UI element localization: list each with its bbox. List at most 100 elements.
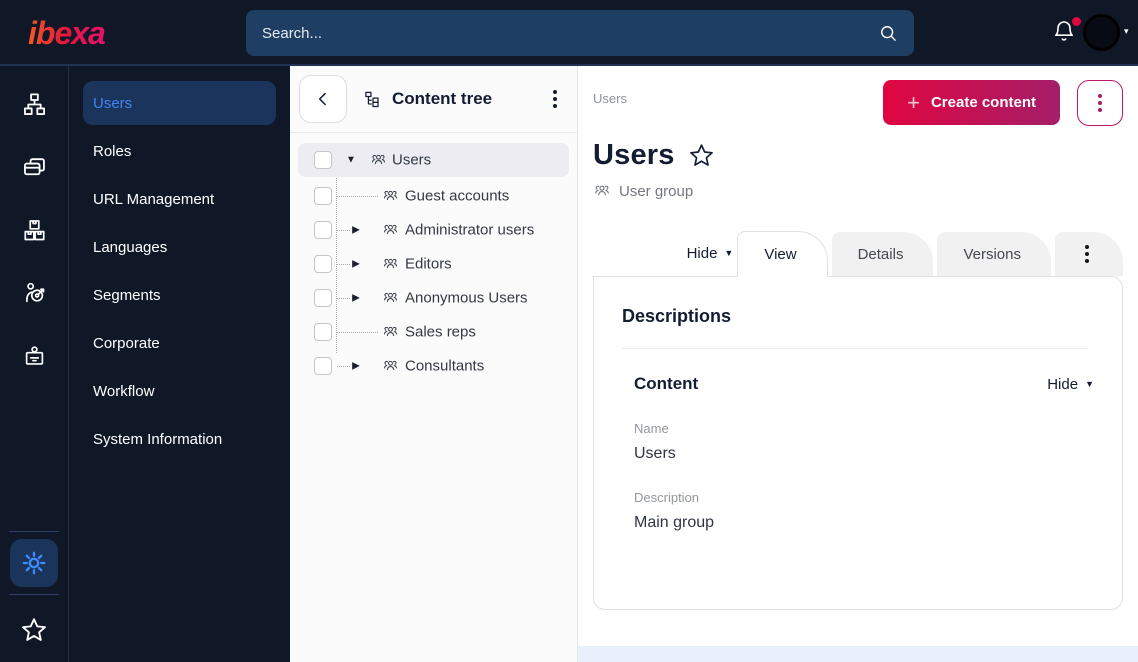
content-structure-icon[interactable] [10,80,58,128]
sidebar-item-label: Workflow [93,382,155,400]
expand-toggle-icon[interactable]: ▶ [350,361,362,372]
bookmarks-star-icon[interactable] [10,606,58,654]
tree-row-checkbox[interactable] [314,289,332,307]
tree-row-checkbox[interactable] [314,357,332,375]
hide-tabs-toggle[interactable]: Hide ▼ [687,245,734,262]
products-icon[interactable] [10,206,58,254]
tree-row[interactable]: ▶ Anonymous Users [290,281,577,315]
user-group-icon [593,182,611,200]
sidebar-item[interactable]: URL Management [83,177,276,221]
content-tree-icon [363,89,383,109]
sidebar-item[interactable]: Workflow [83,369,276,413]
pages-icon[interactable] [10,143,58,191]
descriptions-heading: Descriptions [622,306,732,326]
notification-dot [1072,17,1081,26]
content-tree-panel: Content tree ▼ Users Guest accounts ▶ Ad… [290,66,578,662]
tree-row[interactable]: Sales reps [290,315,577,349]
chevron-down-icon: ▼ [724,248,734,258]
tree-row-label[interactable]: Sales reps [405,324,476,341]
field-value: Main group [634,514,715,531]
tree-row-checkbox[interactable] [314,151,332,169]
view-tab-card: Descriptions Content Hide ▼ Name Users D… [593,276,1123,610]
sidebar-item[interactable]: Languages [83,225,276,269]
search-input[interactable] [262,24,878,42]
tree-row[interactable]: ▶ Consultants [290,349,577,383]
divider [9,531,59,532]
ibexa-logo[interactable]: ibexa [26,13,136,53]
tree-row[interactable]: ▶ Editors [290,247,577,281]
sidebar-item-label: Segments [93,286,161,304]
user-group-icon [382,358,399,375]
content-tree-title: Content tree [363,89,492,109]
sidebar-item-label: Languages [93,238,168,256]
collapse-tree-button[interactable] [299,75,347,123]
sidebar-item-label: URL Management [93,190,215,208]
field-label: Description [634,490,700,505]
sidebar-item-label: Users [93,94,133,112]
user-group-icon [382,290,399,307]
sidebar-item[interactable]: Segments [83,273,276,317]
tree-row-checkbox[interactable] [314,221,332,239]
admin-badge-icon[interactable] [10,332,58,380]
svg-text:ibexa: ibexa [28,15,105,51]
hide-section-toggle[interactable]: Hide ▼ [1047,376,1094,393]
create-content-button[interactable]: + Create content [883,80,1060,125]
tree-row[interactable]: ▼ Users [298,143,569,177]
icon-sidebar [0,66,68,662]
tree-row-label[interactable]: Editors [405,256,452,273]
tree-row-checkbox[interactable] [314,323,332,341]
plus-icon: + [907,89,920,115]
breadcrumb[interactable]: Users [593,80,627,106]
sidebar-item-label: System Information [93,430,223,448]
tree-row-label[interactable]: Administrator users [405,222,534,239]
user-group-icon [382,188,399,205]
bell-icon[interactable] [1052,17,1081,47]
content-type-label: User group [619,182,694,200]
field-label: Name [634,421,669,436]
settings-gear-icon[interactable] [10,539,58,587]
content-type-badge: User group [593,182,1123,200]
tree-row-label[interactable]: Guest accounts [405,188,509,205]
avatar[interactable] [1083,14,1120,51]
tab[interactable]: View [737,231,828,277]
user-group-icon [382,324,399,341]
tree-row-label[interactable]: Consultants [405,358,484,375]
user-group-icon [370,152,387,169]
page-title: Users [593,139,675,171]
tree-row-checkbox[interactable] [314,187,332,205]
field-value: Users [634,445,676,462]
tree-options-kebab-icon[interactable] [547,84,563,114]
admin-sidebar: Users Roles URL Management Languages Seg… [68,66,290,662]
content-options-kebab-icon[interactable] [1077,80,1123,126]
tree-row[interactable]: ▶ Administrator users [290,213,577,247]
global-search [246,10,914,56]
divider [9,594,59,595]
search-icon[interactable] [878,23,898,43]
sidebar-item[interactable]: Corporate [83,321,276,365]
sidebar-item[interactable]: Users [83,81,276,125]
chevron-down-icon: ▼ [1085,378,1094,389]
content-section-heading: Content [634,374,699,393]
tab[interactable]: Details [831,232,934,276]
tree-row[interactable]: Guest accounts [290,179,577,213]
main-content: Users + Create content Users User group … [578,66,1138,662]
divider [622,348,1088,349]
field-row: Description Main group [634,490,1094,532]
expand-toggle-icon[interactable]: ▶ [350,259,362,270]
user-group-icon [382,222,399,239]
tree-row-checkbox[interactable] [314,255,332,273]
tree-row-label[interactable]: Users [392,152,431,169]
tab[interactable]: Versions [937,232,1051,276]
expand-toggle-icon[interactable]: ▶ [350,293,362,304]
tab[interactable] [1055,232,1123,276]
sidebar-item[interactable]: Roles [83,129,276,173]
tree-row-label[interactable]: Anonymous Users [405,290,528,307]
personalization-icon[interactable] [10,269,58,317]
sidebar-item[interactable]: System Information [83,417,276,461]
user-menu-chevron-down-icon[interactable]: ▾ [1124,26,1129,37]
user-group-icon [382,256,399,273]
expand-toggle-icon[interactable]: ▼ [345,155,357,166]
bookmark-star-icon[interactable] [688,142,715,169]
tab-more-kebab-icon [1085,245,1089,263]
expand-toggle-icon[interactable]: ▶ [350,225,362,236]
